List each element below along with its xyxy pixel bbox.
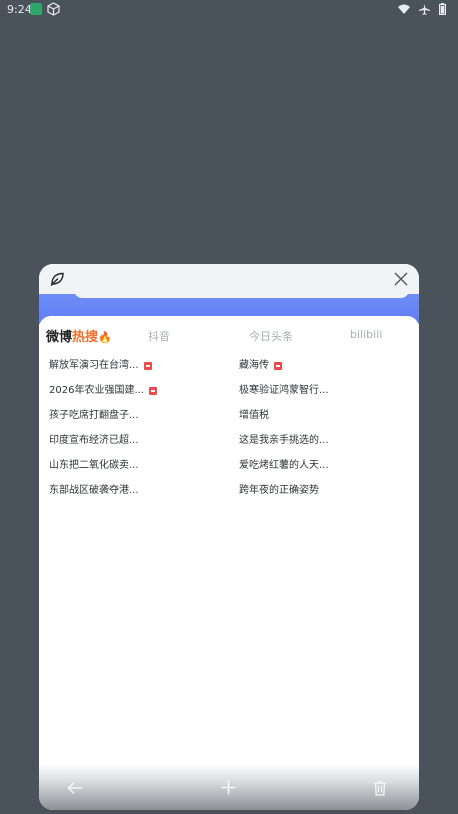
list-item[interactable]: 2026年农业强国建... (49, 384, 229, 409)
hot-badge-icon (143, 362, 152, 370)
trash-icon[interactable] (373, 780, 387, 800)
tab-weibo-hot[interactable]: 微博热搜🔥 (46, 326, 112, 345)
list-item-text: 印度宣布经济已超... (49, 435, 139, 446)
list-item-text: 跨年夜的正确姿势 (239, 485, 319, 496)
list-item-text: 增值税 (239, 410, 269, 421)
bottom-toolbar (39, 764, 419, 810)
tab-toutiao[interactable]: 今日头条 (249, 328, 293, 344)
flame-icon: 🔥 (98, 331, 112, 344)
list-item[interactable]: 爱吃烤红薯的人天... (239, 459, 414, 484)
airplane-icon (419, 3, 430, 18)
tab-bilibili[interactable]: bilibili (350, 328, 382, 341)
list-item-text: 藏海传 (239, 360, 269, 371)
status-bar: 9:24 (0, 0, 458, 20)
app-notification-icon (30, 3, 42, 15)
list-item-text: 2026年农业强国建... (49, 385, 144, 396)
tab-weibo-hot-label: 热搜 (72, 330, 99, 345)
search-box-edge (74, 290, 409, 298)
status-time: 9:24 (7, 3, 32, 16)
list-item[interactable]: 藏海传 (239, 359, 414, 384)
back-arrow-icon[interactable] (67, 780, 83, 799)
hot-list-tabs: 微博热搜🔥 抖音 今日头条 bilibili (46, 326, 412, 346)
list-item[interactable]: 东部战区破袭夺港... (49, 484, 229, 509)
hot-badge-icon (149, 387, 157, 395)
list-item-text: 爱吃烤红薯的人天... (239, 460, 329, 471)
list-item[interactable]: 这是我亲手挑选的... (239, 434, 414, 459)
close-tab-icon[interactable] (393, 271, 409, 291)
news-list-left: 解放军演习在台湾... 2026年农业强国建... 孩子吃席打翻盘子... 印度… (49, 359, 229, 509)
list-item-text: 孩子吃席打翻盘子... (49, 410, 139, 421)
battery-icon (439, 3, 447, 18)
wifi-icon (398, 4, 410, 17)
list-item-text: 极寒验证鸿蒙智行... (239, 385, 329, 396)
list-item-text: 东部战区破袭夺港... (49, 485, 139, 496)
list-item-text: 这是我亲手挑选的... (239, 435, 329, 446)
list-item[interactable]: 印度宣布经济已超... (49, 434, 229, 459)
tab-douyin[interactable]: 抖音 (148, 328, 170, 344)
list-item[interactable]: 孩子吃席打翻盘子... (49, 409, 229, 434)
list-item[interactable]: 增值税 (239, 409, 414, 434)
list-item[interactable]: 解放军演习在台湾... (49, 359, 229, 384)
list-item-text: 解放军演习在台湾... (49, 360, 139, 371)
news-list-right: 藏海传 极寒验证鸿蒙智行... 增值税 这是我亲手挑选的... 爱吃烤红薯的人天… (239, 359, 414, 509)
list-item[interactable]: 山东把二氧化碳卖... (49, 459, 229, 484)
list-item[interactable]: 极寒验证鸿蒙智行... (239, 384, 414, 409)
leaf-icon (49, 271, 65, 291)
browser-tab-card[interactable]: 微博热搜🔥 抖音 今日头条 bilibili 解放军演习在台湾... 2026年… (39, 264, 419, 810)
add-tab-icon[interactable] (221, 780, 236, 799)
list-item[interactable]: 跨年夜的正确姿势 (239, 484, 414, 509)
list-item-text: 山东把二氧化碳卖... (49, 460, 139, 471)
cube-icon (47, 2, 60, 19)
tab-weibo-label: 微博 (46, 330, 73, 345)
hot-badge-icon (274, 362, 282, 370)
